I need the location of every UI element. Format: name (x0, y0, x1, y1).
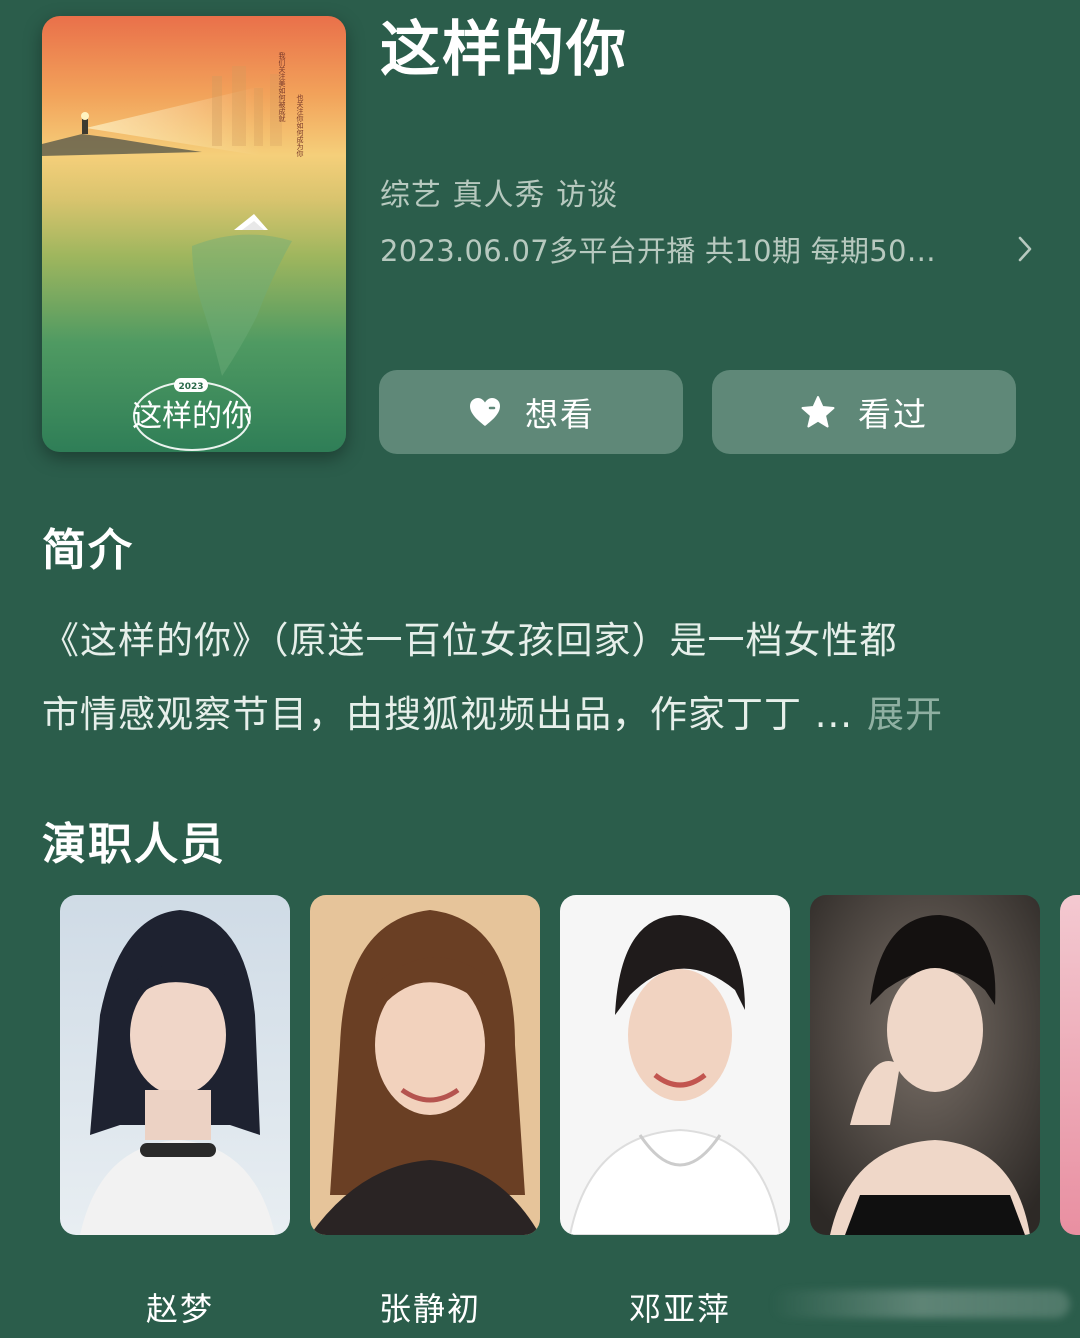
watched-button[interactable]: 看过 (712, 370, 1016, 454)
watermark-blur (770, 1290, 1070, 1318)
intro-line-1: 《这样的你》（原送一百位女孩回家）是一档女性都 (42, 619, 898, 662)
watched-label: 看过 (858, 395, 928, 434)
show-title: 这样的你 (380, 15, 628, 85)
cast-photo[interactable] (810, 895, 1040, 1235)
want-to-watch-button[interactable]: 想看 (379, 370, 683, 454)
star-icon (800, 394, 836, 430)
intro-heading: 简介 (42, 525, 134, 576)
poster-logo-text: 这样的你 (132, 399, 252, 434)
poster-year-badge: 2023 (178, 382, 203, 392)
cast-heading: 演职人员 (42, 819, 226, 870)
svg-text:也关注你如何成为你: 也关注你如何成为你 (296, 93, 304, 157)
cast-name: 邓亚萍 (628, 1290, 731, 1328)
svg-text:我们关注美如何被成就: 我们关注美如何被成就 (278, 51, 286, 123)
want-to-watch-label: 想看 (525, 395, 595, 434)
show-detail-page: 我们关注美如何被成就 也关注你如何成为你 2023 这样的你 这样的你 综艺 真… (0, 0, 1080, 1338)
intro-line-2: 市情感观察节目，由搜狐视频出品，作家丁丁 ... (42, 693, 854, 736)
intro-text: 《这样的你》（原送一百位女孩回家）是一档女性都 市情感观察节目，由搜狐视频出品，… (42, 604, 1042, 752)
cast-name: 赵梦 (145, 1290, 214, 1328)
chevron-right-icon[interactable] (1010, 229, 1040, 269)
heart-icon (467, 394, 503, 430)
cast-photo[interactable] (560, 895, 790, 1235)
show-meta-row[interactable]: 2023.06.07多平台开播 共10期 每期50… (380, 227, 1040, 271)
expand-link[interactable]: 展开 (867, 693, 943, 736)
show-release-info: 2023.06.07多平台开播 共10期 每期50… (380, 234, 937, 268)
show-poster[interactable]: 我们关注美如何被成就 也关注你如何成为你 2023 这样的你 (42, 16, 346, 452)
show-genre: 综艺 真人秀 访谈 (380, 178, 619, 213)
cast-photo[interactable] (60, 895, 290, 1235)
intro-line-2-wrap: 市情感观察节目，由搜狐视频出品，作家丁丁 ... 展开 (42, 678, 1042, 752)
cast-photo-partial[interactable] (1060, 895, 1080, 1235)
cast-name: 张静初 (378, 1290, 481, 1328)
cast-photo[interactable] (310, 895, 540, 1235)
